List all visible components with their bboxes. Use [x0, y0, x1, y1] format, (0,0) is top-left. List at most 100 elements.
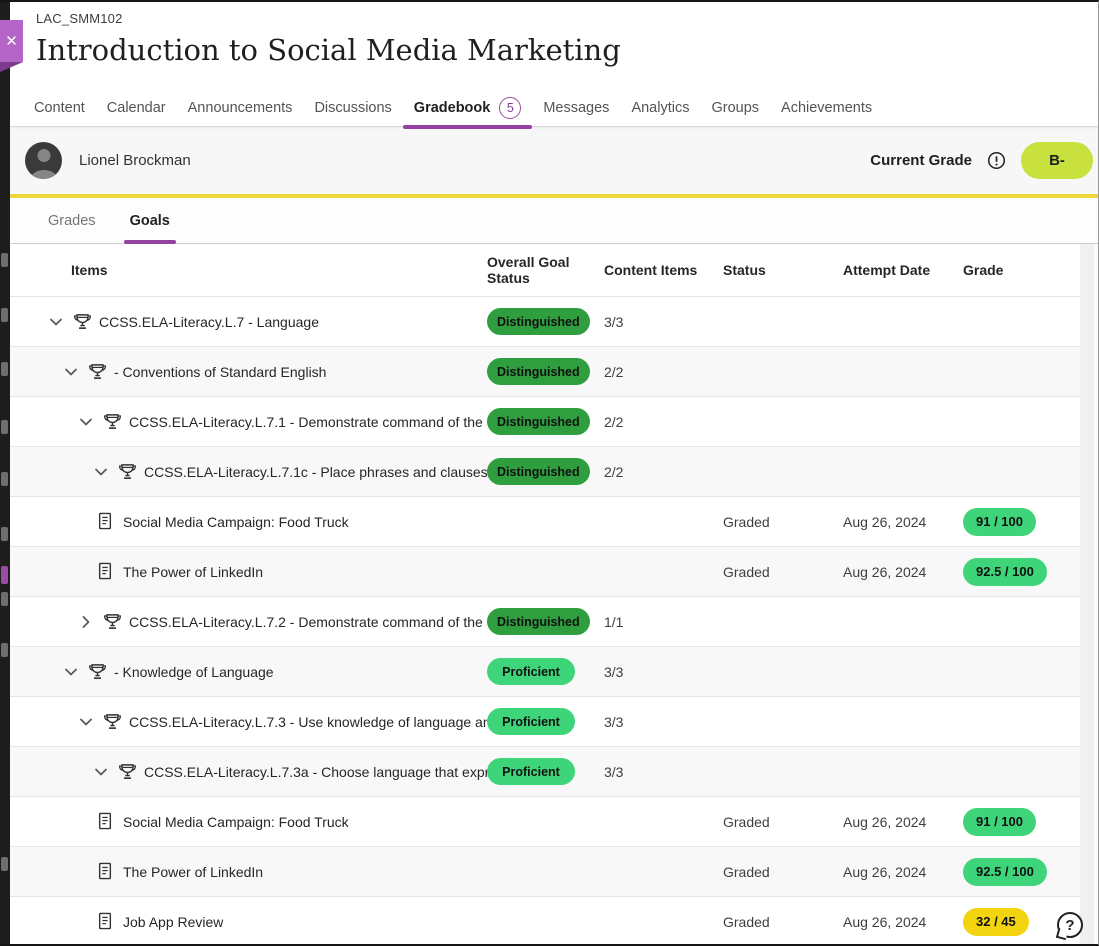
content-items-cell: 3/3	[600, 697, 723, 746]
close-panel-button[interactable]: ✕	[0, 20, 23, 62]
goal-trophy-icon	[103, 712, 122, 731]
grade-cell: 91 / 100	[963, 797, 1080, 846]
goal-row[interactable]: - Conventions of Standard EnglishDisting…	[10, 346, 1080, 396]
content-items-count: 2/2	[604, 464, 623, 480]
collapse-chevron-icon[interactable]	[48, 314, 64, 330]
overall-goal-status-cell: Proficient	[487, 647, 600, 696]
goal-title: CCSS.ELA-Literacy.L.7 - Language	[99, 314, 319, 330]
attempt-date-text: Aug 26, 2024	[843, 514, 926, 530]
tab-label: Calendar	[107, 100, 166, 116]
page-title: Introduction to Social Media Marketing	[36, 33, 1099, 67]
scrollbar-track[interactable]	[1094, 244, 1099, 944]
base-nav-icon-sliver	[1, 566, 8, 584]
tab-content[interactable]: Content	[23, 90, 96, 126]
tab-gradebook[interactable]: Gradebook5	[403, 90, 533, 126]
overall-goal-status-cell: Proficient	[487, 697, 600, 746]
goal-trophy-icon	[118, 462, 137, 481]
grade-pill[interactable]: 92.5 / 100	[963, 558, 1047, 586]
content-item-row[interactable]: Job App ReviewGradedAug 26, 202432 / 45	[10, 896, 1080, 944]
status-cell	[723, 697, 843, 746]
tab-calendar[interactable]: Calendar	[96, 90, 177, 126]
expand-chevron-icon[interactable]	[78, 614, 94, 630]
attempt-date-cell: Aug 26, 2024	[843, 797, 963, 846]
base-nav-icon-sliver	[1, 527, 8, 541]
tab-groups[interactable]: Groups	[700, 90, 770, 126]
tab-analytics[interactable]: Analytics	[620, 90, 700, 126]
overall-goal-status-cell	[487, 547, 600, 596]
goal-row[interactable]: CCSS.ELA-Literacy.L.7.1c - Place phrases…	[10, 446, 1080, 496]
student-summary-bar: Lionel Brockman Current Grade B-	[10, 127, 1099, 198]
base-nav-icon-sliver	[1, 643, 8, 657]
status-cell: Graded	[723, 897, 843, 944]
content-item-row[interactable]: The Power of LinkedInGradedAug 26, 20249…	[10, 846, 1080, 896]
grade-cell	[963, 297, 1080, 346]
status-cell	[723, 447, 843, 496]
goal-row[interactable]: - Knowledge of LanguageProficient3/3	[10, 646, 1080, 696]
overall-goal-status-cell	[487, 797, 600, 846]
header-grade: Grade	[963, 244, 1080, 296]
content-items-cell	[600, 897, 723, 944]
overall-goal-status-cell: Distinguished	[487, 297, 600, 346]
tab-label: Content	[34, 100, 85, 116]
content-item-title: Social Media Campaign: Food Truck	[123, 814, 349, 830]
content-item-row[interactable]: Social Media Campaign: Food TruckGradedA…	[10, 796, 1080, 846]
items-cell: CCSS.ELA-Literacy.L.7.1 - Demonstrate co…	[10, 397, 487, 446]
overall-goal-status-cell: Distinguished	[487, 447, 600, 496]
grade-cell	[963, 347, 1080, 396]
document-icon	[97, 912, 116, 931]
goal-row[interactable]: CCSS.ELA-Literacy.L.7.3 - Use knowledge …	[10, 696, 1080, 746]
course-code: LAC_SMM102	[36, 11, 1099, 26]
collapse-chevron-icon[interactable]	[93, 464, 109, 480]
tab-achievements[interactable]: Achievements	[770, 90, 883, 126]
goal-row[interactable]: CCSS.ELA-Literacy.L.7.3a - Choose langua…	[10, 746, 1080, 796]
content-item-row[interactable]: The Power of LinkedInGradedAug 26, 20249…	[10, 546, 1080, 596]
base-nav-icon-sliver	[1, 308, 8, 322]
grade-pill[interactable]: 32 / 45	[963, 908, 1029, 936]
collapse-chevron-icon[interactable]	[78, 714, 94, 730]
goals-table: Items Overall Goal Status Content Items …	[10, 244, 1080, 944]
content-items-cell	[600, 547, 723, 596]
grade-pill[interactable]: 91 / 100	[963, 508, 1036, 536]
tab-label: Analytics	[631, 100, 689, 116]
grade-pill[interactable]: 92.5 / 100	[963, 858, 1047, 886]
status-text: Graded	[723, 564, 770, 580]
content-items-cell	[600, 497, 723, 546]
attempt-date-cell	[843, 747, 963, 796]
goal-row[interactable]: CCSS.ELA-Literacy.L.7.2 - Demonstrate co…	[10, 596, 1080, 646]
help-button[interactable]: ?	[1057, 912, 1085, 940]
goal-row[interactable]: CCSS.ELA-Literacy.L.7.1 - Demonstrate co…	[10, 396, 1080, 446]
grade-cell	[963, 697, 1080, 746]
goal-status-badge: Proficient	[487, 708, 575, 735]
content-items-count: 3/3	[604, 714, 623, 730]
collapse-chevron-icon[interactable]	[93, 764, 109, 780]
grade-cell	[963, 597, 1080, 646]
tab-discussions[interactable]: Discussions	[303, 90, 402, 126]
items-cell: The Power of LinkedIn	[10, 847, 487, 896]
content-items-cell: 3/3	[600, 297, 723, 346]
status-cell	[723, 597, 843, 646]
goal-trophy-icon	[88, 362, 107, 381]
attempt-date-cell: Aug 26, 2024	[843, 897, 963, 944]
attempt-date-text: Aug 26, 2024	[843, 564, 926, 580]
goal-status-badge: Distinguished	[487, 308, 590, 335]
document-icon	[97, 562, 116, 581]
subtab-goals[interactable]: Goals	[124, 198, 176, 243]
base-nav-icon-sliver	[1, 362, 8, 376]
tab-messages[interactable]: Messages	[532, 90, 620, 126]
collapse-chevron-icon[interactable]	[63, 364, 79, 380]
content-item-row[interactable]: Social Media Campaign: Food TruckGradedA…	[10, 496, 1080, 546]
subtab-grades[interactable]: Grades	[42, 198, 102, 243]
collapse-chevron-icon[interactable]	[63, 664, 79, 680]
content-item-title: Social Media Campaign: Food Truck	[123, 514, 349, 530]
goal-trophy-icon	[88, 662, 107, 681]
grade-pill[interactable]: 91 / 100	[963, 808, 1036, 836]
grade-cell	[963, 397, 1080, 446]
info-icon[interactable]	[987, 151, 1006, 170]
goal-status-badge: Distinguished	[487, 408, 590, 435]
tab-announcements[interactable]: Announcements	[177, 90, 304, 126]
goal-row[interactable]: CCSS.ELA-Literacy.L.7 - Language Distingu…	[10, 296, 1080, 346]
collapse-chevron-icon[interactable]	[78, 414, 94, 430]
status-cell: Graded	[723, 547, 843, 596]
items-cell: - Conventions of Standard English	[10, 347, 487, 396]
goal-title: - Knowledge of Language	[114, 664, 274, 680]
